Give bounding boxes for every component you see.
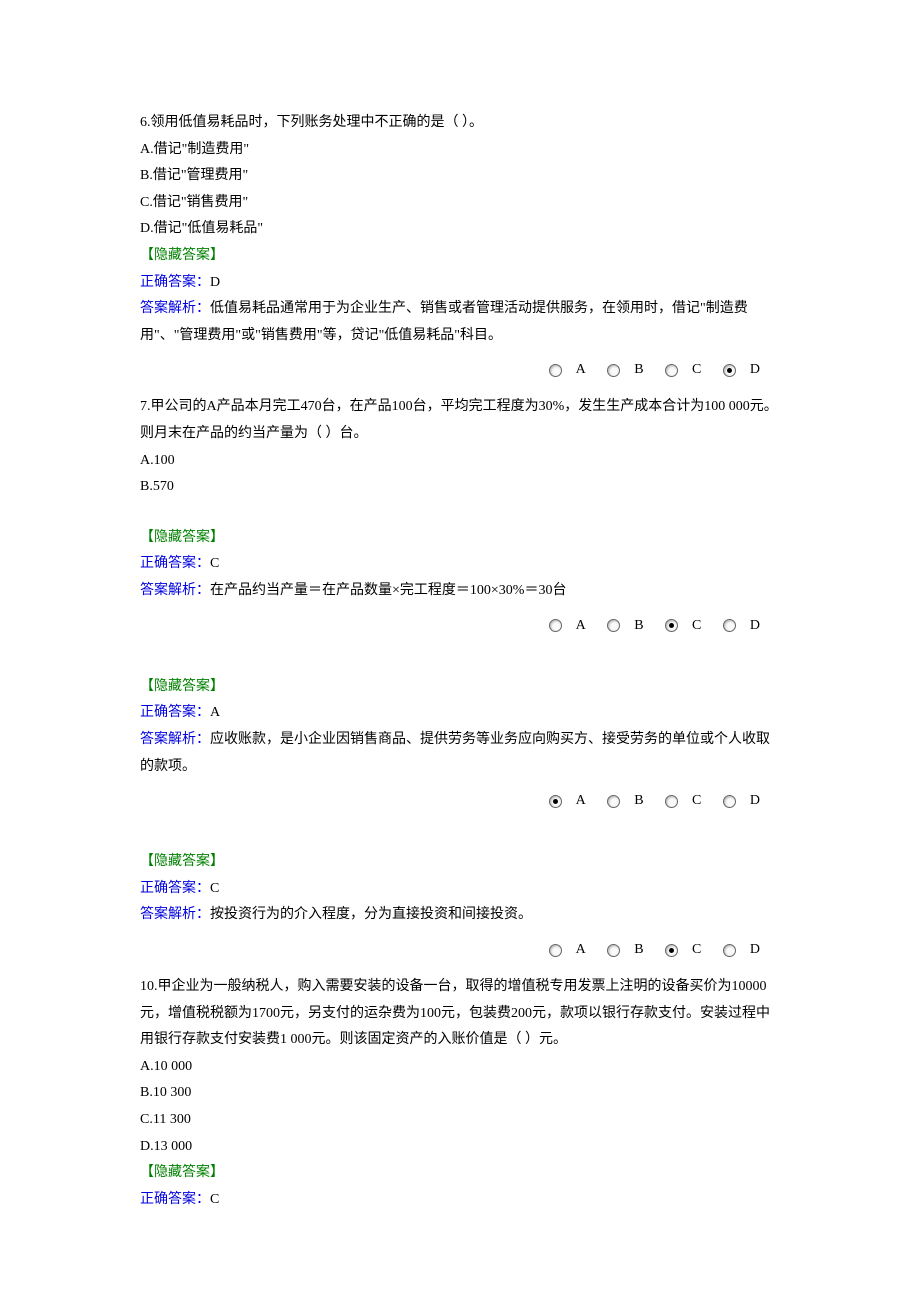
radio-icon-selected (665, 944, 678, 957)
question-10-option-b: B.10 300 (140, 1080, 780, 1107)
correct-answer-label: 正确答案： (140, 705, 210, 720)
radio-icon (723, 619, 736, 632)
hide-answer-link[interactable]: 【隐藏答案】 (140, 525, 780, 552)
analysis-row: 答案解析：低值易耗品通常用于为企业生产、销售或者管理活动提供服务，在领用时，借记… (140, 296, 780, 349)
radio-icon-selected (665, 619, 678, 632)
question-10: 10.甲企业为一般纳税人，购入需要安装的设备一台，取得的增值税专用发票上注明的设… (140, 974, 780, 1213)
correct-answer-row: 正确答案：C (140, 551, 780, 578)
question-6-option-b: B.借记"管理费用" (140, 163, 780, 190)
analysis-label: 答案解析： (140, 907, 210, 922)
correct-answer-value: D (210, 275, 220, 290)
analysis-text: 按投资行为的介入程度，分为直接投资和间接投资。 (210, 907, 532, 922)
question-9-radios: A B C D (140, 937, 780, 964)
analysis-text: 低值易耗品通常用于为企业生产、销售或者管理活动提供服务，在领用时，借记"制造费用… (140, 301, 748, 343)
analysis-row: 答案解析：应收账款，是小企业因销售商品、提供劳务等业务应向购买方、接受劳务的单位… (140, 727, 780, 780)
correct-answer-label: 正确答案： (140, 556, 210, 571)
question-6-option-d: D.借记"低值易耗品" (140, 216, 780, 243)
radio-icon-selected (549, 795, 562, 808)
correct-answer-label: 正确答案： (140, 275, 210, 290)
radio-icon (665, 364, 678, 377)
correct-answer-row: 正确答案：D (140, 270, 780, 297)
hide-answer-link[interactable]: 【隐藏答案】 (140, 243, 780, 270)
radio-9-a[interactable]: A (549, 937, 586, 964)
radio-icon (665, 795, 678, 808)
radio-8-c[interactable]: C (665, 788, 701, 815)
analysis-text: 在产品约当产量＝在产品数量×完工程度＝100×30%＝30台 (210, 583, 566, 598)
question-10-option-d: D.13 000 (140, 1134, 780, 1161)
hide-answer-link[interactable]: 【隐藏答案】 (140, 674, 780, 701)
correct-answer-value: A (210, 705, 220, 720)
radio-icon (607, 795, 620, 808)
analysis-label: 答案解析： (140, 583, 210, 598)
correct-answer-value: C (210, 1192, 219, 1207)
radio-6-d[interactable]: D (723, 357, 760, 384)
question-7-text: 7.甲公司的A产品本月完工470台，在产品100台，平均完工程度为30%，发生生… (140, 394, 780, 447)
radio-icon (607, 944, 620, 957)
hide-answer-link[interactable]: 【隐藏答案】 (140, 849, 780, 876)
question-8-radios: A B C D (140, 788, 780, 815)
radio-icon (607, 364, 620, 377)
question-6-text: 6.领用低值易耗品时，下列账务处理中不正确的是（ ）。 (140, 110, 780, 137)
hide-answer-link[interactable]: 【隐藏答案】 (140, 1160, 780, 1187)
radio-8-a[interactable]: A (549, 788, 586, 815)
radio-icon (549, 364, 562, 377)
radio-9-c[interactable]: C (665, 937, 701, 964)
radio-7-b[interactable]: B (607, 613, 643, 640)
radio-icon-selected (723, 364, 736, 377)
radio-6-b[interactable]: B (607, 357, 643, 384)
analysis-label: 答案解析： (140, 732, 210, 747)
correct-answer-row: 正确答案：C (140, 876, 780, 903)
question-7: 7.甲公司的A产品本月完工470台，在产品100台，平均完工程度为30%，发生生… (140, 394, 780, 639)
question-6-option-c: C.借记"销售费用" (140, 190, 780, 217)
radio-9-d[interactable]: D (723, 937, 760, 964)
radio-icon (549, 619, 562, 632)
correct-answer-value: C (210, 556, 219, 571)
question-10-text: 10.甲企业为一般纳税人，购入需要安装的设备一台，取得的增值税专用发票上注明的设… (140, 974, 780, 1054)
radio-6-c[interactable]: C (665, 357, 701, 384)
question-6-option-a: A.借记"制造费用" (140, 137, 780, 164)
question-6: 6.领用低值易耗品时，下列账务处理中不正确的是（ ）。 A.借记"制造费用" B… (140, 110, 780, 384)
radio-icon (723, 795, 736, 808)
correct-answer-row: 正确答案：C (140, 1187, 780, 1214)
radio-9-b[interactable]: B (607, 937, 643, 964)
radio-7-a[interactable]: A (549, 613, 586, 640)
radio-icon (723, 944, 736, 957)
radio-icon (607, 619, 620, 632)
question-7-radios: A B C D (140, 613, 780, 640)
radio-7-d[interactable]: D (723, 613, 760, 640)
correct-answer-value: C (210, 881, 219, 896)
correct-answer-label: 正确答案： (140, 1192, 210, 1207)
radio-8-b[interactable]: B (607, 788, 643, 815)
question-9: 【隐藏答案】 正确答案：C 答案解析：按投资行为的介入程度，分为直接投资和间接投… (140, 849, 780, 964)
analysis-text: 应收账款，是小企业因销售商品、提供劳务等业务应向购买方、接受劳务的单位或个人收取… (140, 732, 770, 774)
analysis-row: 答案解析：按投资行为的介入程度，分为直接投资和间接投资。 (140, 902, 780, 929)
question-7-option-b: B.570 (140, 474, 780, 501)
correct-answer-label: 正确答案： (140, 881, 210, 896)
correct-answer-row: 正确答案：A (140, 700, 780, 727)
question-10-option-a: A.10 000 (140, 1054, 780, 1081)
radio-6-a[interactable]: A (549, 357, 586, 384)
question-10-option-c: C.11 300 (140, 1107, 780, 1134)
radio-7-c[interactable]: C (665, 613, 701, 640)
question-7-option-a: A.100 (140, 448, 780, 475)
radio-8-d[interactable]: D (723, 788, 760, 815)
radio-icon (549, 944, 562, 957)
analysis-row: 答案解析：在产品约当产量＝在产品数量×完工程度＝100×30%＝30台 (140, 578, 780, 605)
question-8: 【隐藏答案】 正确答案：A 答案解析：应收账款，是小企业因销售商品、提供劳务等业… (140, 674, 780, 815)
analysis-label: 答案解析： (140, 301, 210, 316)
question-6-radios: A B C D (140, 357, 780, 384)
